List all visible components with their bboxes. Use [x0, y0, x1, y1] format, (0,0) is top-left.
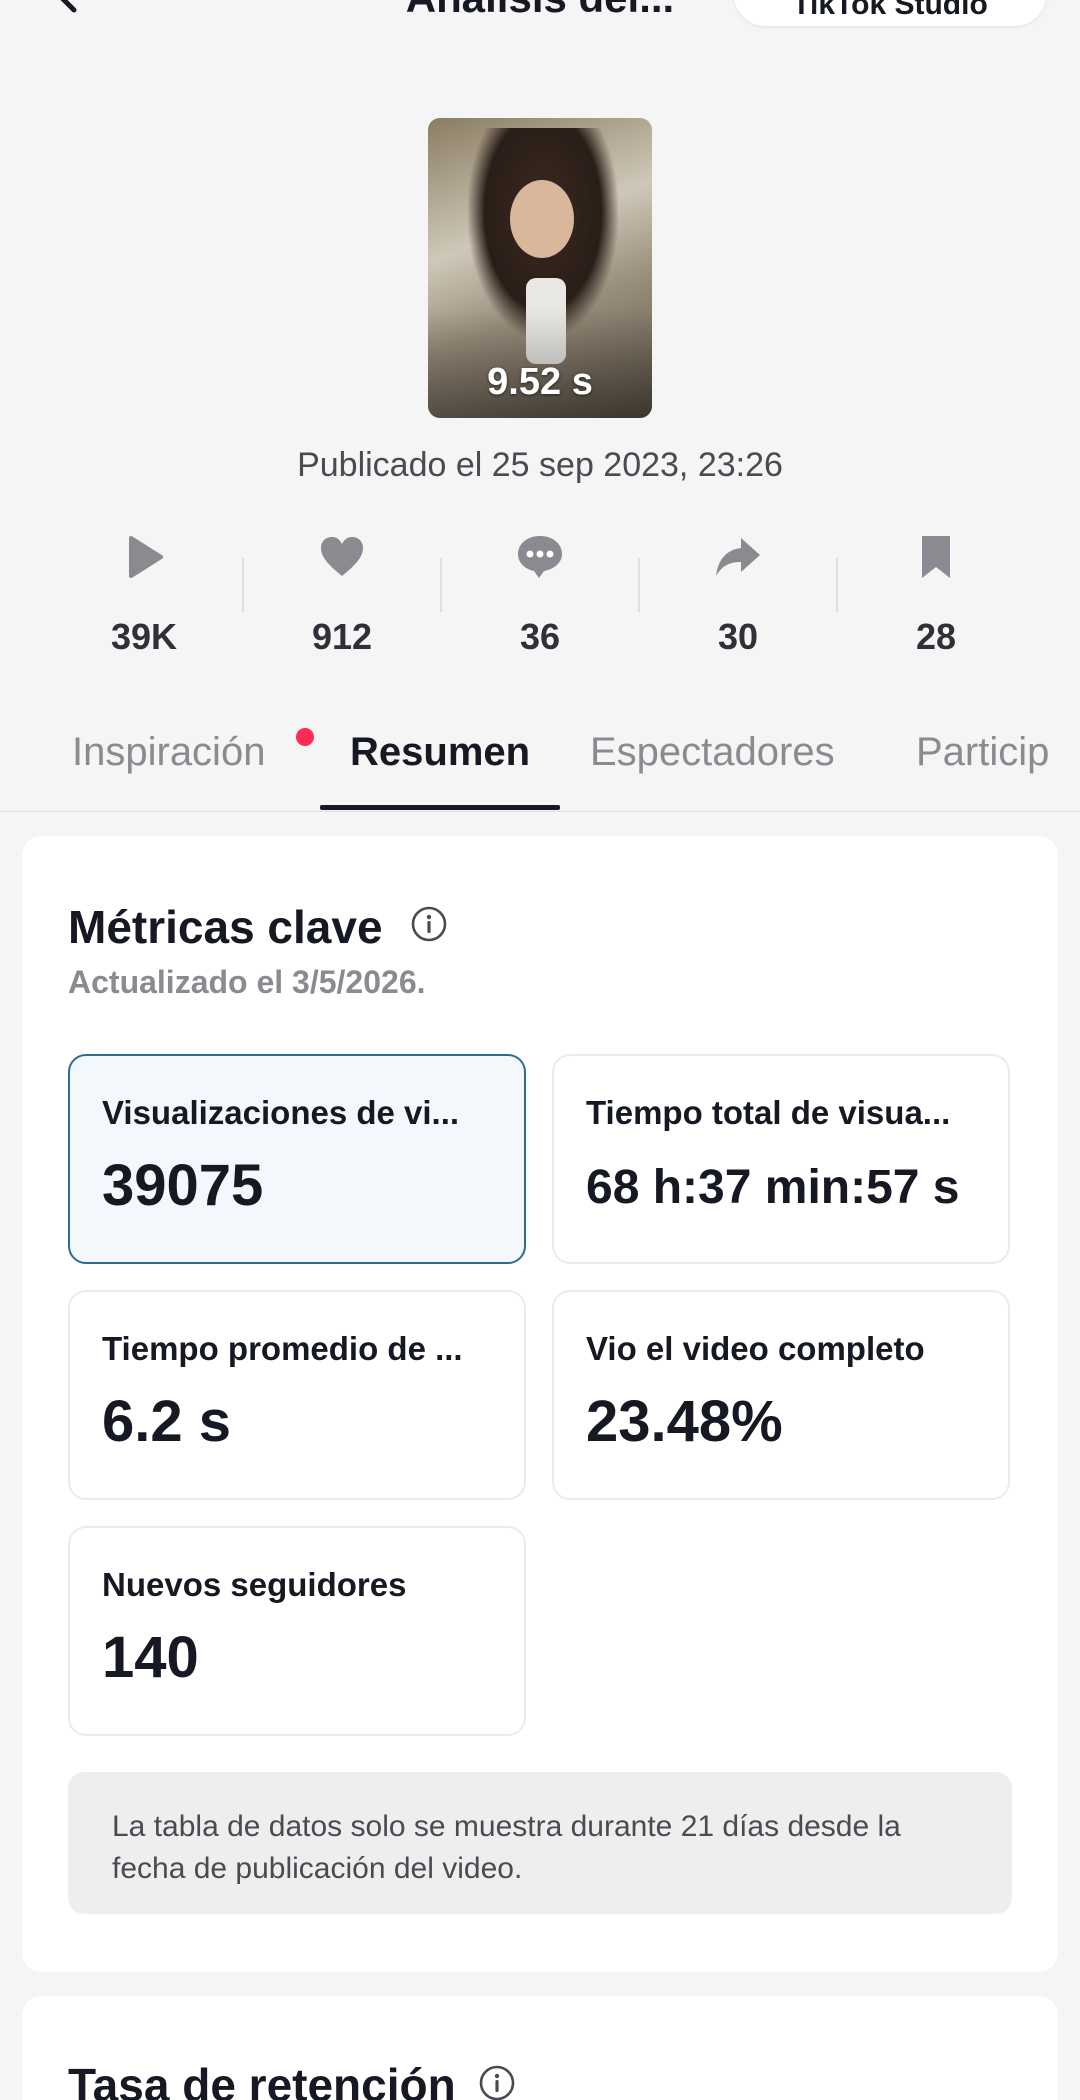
retention-title: Tasa de retención [68, 2059, 456, 2100]
divider [0, 811, 1080, 812]
video-thumbnail[interactable]: 9.52 s [428, 118, 652, 418]
play-icon [129, 536, 163, 578]
video-stats-row: 39K 912 36 30 28 [45, 528, 1035, 668]
retention-card: Tasa de retención [22, 1996, 1058, 2100]
stat-shares: 30 [639, 528, 837, 668]
stat-comments-value: 36 [519, 616, 561, 657]
video-analytics-screen: Análisis del... TikTok Studio 9.52 s Pub… [0, 0, 1080, 2100]
metric-value: 23.48% [586, 1389, 783, 1454]
metric-card-new-followers[interactable]: Nuevos seguidores 140 [68, 1526, 526, 1736]
share-icon [716, 538, 760, 576]
key-metrics-card: Métricas clave Actualizado el 3/5/2026. … [22, 836, 1058, 1972]
stat-saves: 28 [837, 528, 1035, 668]
stat-likes-value: 912 [311, 616, 373, 657]
metric-value: 68 h:37 min:57 s [586, 1161, 960, 1214]
tab-bar: Inspiración Resumen Espectadores Partici… [0, 720, 1080, 812]
bookmark-icon [922, 536, 950, 578]
stat-likes: 912 [243, 528, 441, 668]
tab-participacion[interactable]: Particip [916, 730, 1049, 775]
metric-label: Vio el video completo [586, 1330, 925, 1367]
tab-resumen[interactable]: Resumen [350, 730, 530, 775]
stat-comments: 36 [441, 528, 639, 668]
metric-label: Tiempo total de visua... [586, 1094, 951, 1131]
metric-label: Tiempo promedio de ... [102, 1330, 463, 1367]
published-date: Publicado el 25 sep 2023, 23:26 [297, 446, 783, 484]
info-icon[interactable] [478, 2064, 516, 2100]
heart-icon [321, 537, 363, 576]
metric-card-total-watch-time[interactable]: Tiempo total de visua... 68 h:37 min:57 … [552, 1054, 1010, 1264]
updated-date: Actualizado el 3/5/2026. [68, 964, 426, 1000]
tab-inspiracion[interactable]: Inspiración [72, 730, 265, 775]
stat-saves-value: 28 [915, 616, 957, 657]
metric-value: 39075 [102, 1153, 264, 1218]
tiktok-studio-button[interactable]: TikTok Studio [734, 0, 1046, 26]
metric-label: Nuevos seguidores [102, 1566, 407, 1603]
video-duration: 9.52 s [487, 361, 593, 403]
comment-icon [518, 536, 562, 578]
tab-espectadores[interactable]: Espectadores [590, 730, 835, 775]
metric-card-full-video[interactable]: Vio el video completo 23.48% [552, 1290, 1010, 1500]
stat-views: 39K [45, 528, 243, 668]
key-metrics-title: Métricas clave [68, 901, 383, 953]
metric-card-avg-watch-time[interactable]: Tiempo promedio de ... 6.2 s [68, 1290, 526, 1500]
stat-views-value: 39K [110, 616, 178, 657]
metric-value: 140 [102, 1625, 199, 1690]
metric-card-views[interactable]: Visualizaciones de vi... 39075 [68, 1054, 526, 1264]
active-tab-indicator [320, 805, 560, 810]
notification-dot [296, 728, 314, 746]
metric-label: Visualizaciones de vi... [102, 1094, 460, 1131]
metric-value: 6.2 s [102, 1389, 231, 1454]
stat-shares-value: 30 [717, 616, 759, 657]
info-icon[interactable] [410, 905, 448, 943]
data-availability-notice: La tabla de datos solo se muestra durant… [68, 1772, 1012, 1914]
header: Análisis del... TikTok Studio [0, 0, 1080, 40]
